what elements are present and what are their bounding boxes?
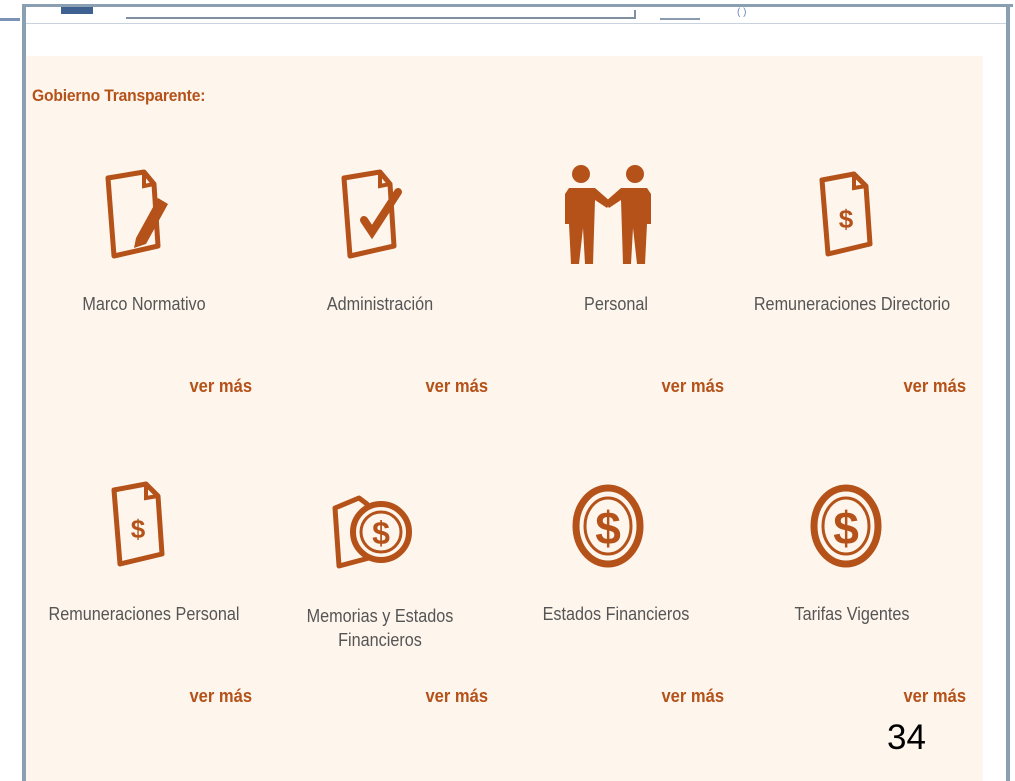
ver-mas-link[interactable]: ver más bbox=[425, 376, 488, 397]
item-marco-normativo: Marco Normativo ver más bbox=[26, 166, 262, 446]
transparency-panel: Gobierno Transparente: Marco Normativo v… bbox=[26, 56, 983, 781]
item-tarifas-vigentes: $ Tarifas Vigentes ver más bbox=[734, 476, 970, 756]
handshake-people-icon[interactable] bbox=[563, 165, 653, 266]
ver-mas-link[interactable]: ver más bbox=[425, 686, 488, 707]
svg-text:$: $ bbox=[595, 502, 621, 554]
address-bar[interactable] bbox=[126, 17, 636, 19]
svg-text:$: $ bbox=[131, 514, 146, 544]
item-label: Tarifas Vigentes bbox=[794, 604, 910, 624]
item-estados-financieros: $ Estados Financieros ver más bbox=[498, 476, 734, 756]
toolbar-button[interactable] bbox=[61, 7, 93, 14]
document-dollar-icon[interactable]: $ bbox=[801, 166, 891, 266]
item-personal: Personal ver más bbox=[498, 165, 734, 446]
dollar-coin-icon[interactable]: $ bbox=[801, 476, 891, 576]
address-bar-edge bbox=[634, 10, 636, 19]
document-pencil-icon[interactable] bbox=[91, 166, 181, 266]
item-label: Personal bbox=[584, 294, 648, 314]
item-memorias-estados-financieros: $ Memorias y Estados Financieros ver más bbox=[262, 476, 498, 756]
ver-mas-link[interactable]: ver más bbox=[661, 376, 724, 397]
item-label: Administración bbox=[326, 294, 434, 314]
ver-mas-link[interactable]: ver más bbox=[189, 376, 252, 397]
window-frame-right bbox=[1006, 4, 1010, 781]
document-check-icon[interactable] bbox=[327, 166, 417, 266]
item-label: Memorias y Estados Financieros bbox=[306, 606, 454, 650]
svg-text:$: $ bbox=[839, 204, 854, 234]
ver-mas-link[interactable]: ver más bbox=[661, 686, 724, 707]
item-label: Estados Financieros bbox=[542, 604, 690, 624]
toolbar-icon[interactable] bbox=[660, 10, 700, 20]
item-administracion: Administración ver más bbox=[262, 166, 498, 446]
window-edge-marker bbox=[0, 18, 20, 21]
svg-text:$: $ bbox=[372, 515, 390, 551]
section-title: Gobierno Transparente: bbox=[32, 86, 206, 105]
item-label: Marco Normativo bbox=[82, 294, 206, 314]
dollar-coin-icon[interactable]: $ bbox=[563, 476, 653, 576]
toolbar-small-icon[interactable]: ( ) bbox=[737, 8, 755, 18]
item-remuneraciones-directorio: $ Remuneraciones Directorio ver más bbox=[734, 166, 970, 446]
svg-text:$: $ bbox=[833, 502, 859, 554]
slide-number: 34 bbox=[887, 718, 926, 757]
document-coin-icon[interactable]: $ bbox=[325, 476, 415, 576]
item-label: Remuneraciones Directorio bbox=[753, 294, 951, 314]
document-dollar-icon[interactable]: $ bbox=[93, 476, 183, 576]
item-remuneraciones-personal: $ Remuneraciones Personal ver más bbox=[26, 476, 262, 756]
ver-mas-link[interactable]: ver más bbox=[903, 376, 966, 397]
item-label: Remuneraciones Personal bbox=[48, 604, 240, 624]
ver-mas-link[interactable]: ver más bbox=[189, 686, 252, 707]
ver-mas-link[interactable]: ver más bbox=[903, 686, 966, 707]
browser-toolbar bbox=[26, 7, 1006, 24]
